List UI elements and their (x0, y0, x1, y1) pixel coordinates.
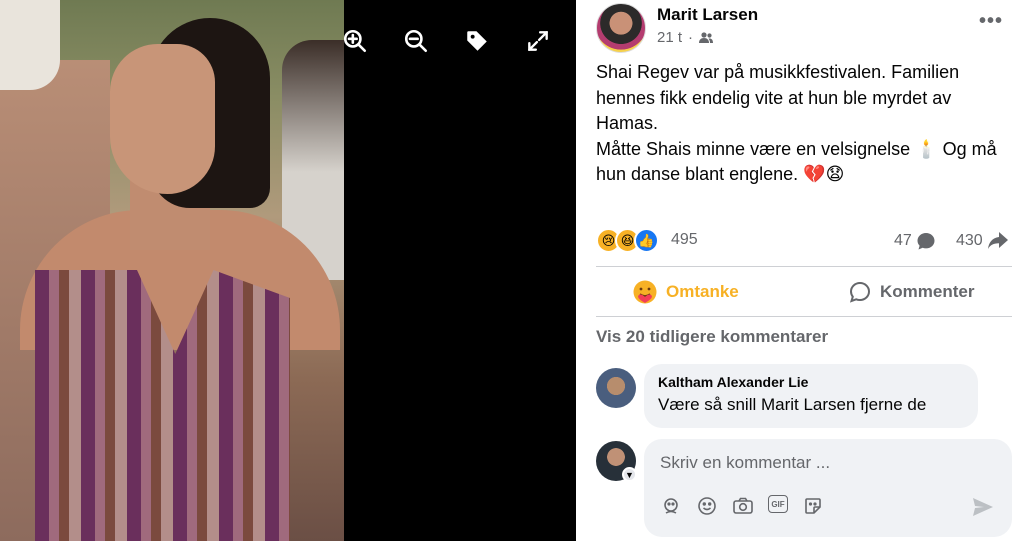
reaction-count[interactable]: 495 (671, 231, 698, 249)
post-panel: Marit Larsen 21 t · ••• Shai Regev var p… (576, 0, 1024, 541)
tag-icon[interactable] (460, 24, 494, 58)
care-label: Omtanke (666, 282, 739, 301)
comment-button[interactable]: Kommenter (848, 272, 974, 312)
send-icon[interactable] (972, 497, 996, 519)
friends-icon (699, 31, 714, 43)
view-previous-comments-link[interactable]: Vis 20 tidligere kommentarer (596, 327, 828, 347)
avatar-sticker-icon[interactable] (660, 495, 682, 517)
reactions-row: 😢 😆 👍 495 47 430 (596, 226, 1008, 254)
share-count[interactable]: 430 (956, 231, 1009, 251)
photo-cap (0, 0, 60, 90)
camera-icon[interactable] (732, 495, 754, 517)
avatar[interactable] (596, 368, 636, 408)
comment-count[interactable]: 47 (894, 231, 936, 251)
post-meta: 21 t · (657, 29, 714, 46)
zoom-in-icon[interactable] (338, 24, 372, 58)
comment-bubble-icon (917, 233, 935, 250)
zoom-out-icon[interactable] (399, 24, 433, 58)
fullscreen-icon[interactable] (521, 24, 555, 58)
comment-bubble: Kaltham Alexander Lie Være så snill Mari… (644, 364, 978, 428)
author-name[interactable]: Marit Larsen (657, 5, 758, 25)
sticker-icon[interactable] (802, 495, 824, 517)
care-button[interactable]: Omtanke (632, 272, 739, 312)
divider (596, 316, 1012, 317)
gif-icon[interactable]: GIF (768, 495, 788, 513)
care-reaction-icon (633, 280, 657, 304)
post-photo[interactable] (0, 0, 344, 541)
like-reaction-icon: 👍 (634, 228, 659, 253)
post-time[interactable]: 21 t (657, 29, 682, 46)
reaction-icons[interactable]: 😢 😆 👍 (596, 228, 659, 253)
post-text: Shai Regev var på musikkfestivalen. Fami… (596, 60, 1016, 188)
photo-face (110, 44, 215, 194)
chevron-down-icon[interactable]: ▼ (622, 467, 637, 482)
share-count-value: 430 (956, 232, 983, 249)
comment-text: Være så snill Marit Larsen fjerne de (658, 395, 927, 414)
post-text-line: Shai Regev var på musikkfestivalen. Fami… (596, 62, 960, 133)
comment-icon (849, 281, 871, 303)
comment-count-value: 47 (894, 232, 912, 249)
share-arrow-icon (987, 232, 1008, 249)
more-options-button[interactable]: ••• (974, 10, 1008, 38)
avatar[interactable] (596, 3, 646, 53)
composer-toolbar: GIF (660, 495, 824, 517)
comment-composer: Skriv en kommentar ... GIF (644, 439, 1012, 537)
post-text-line: Måtte Shais minne være en velsignelse 🕯️… (596, 138, 997, 185)
divider (596, 266, 1012, 267)
comment-label: Kommenter (880, 282, 975, 301)
comment-author[interactable]: Kaltham Alexander Lie (658, 374, 964, 390)
photo-viewer (0, 0, 576, 541)
comment-input[interactable]: Skriv en kommentar ... (660, 453, 830, 473)
emoji-icon[interactable] (696, 495, 718, 517)
viewer-toolbar (338, 24, 558, 58)
